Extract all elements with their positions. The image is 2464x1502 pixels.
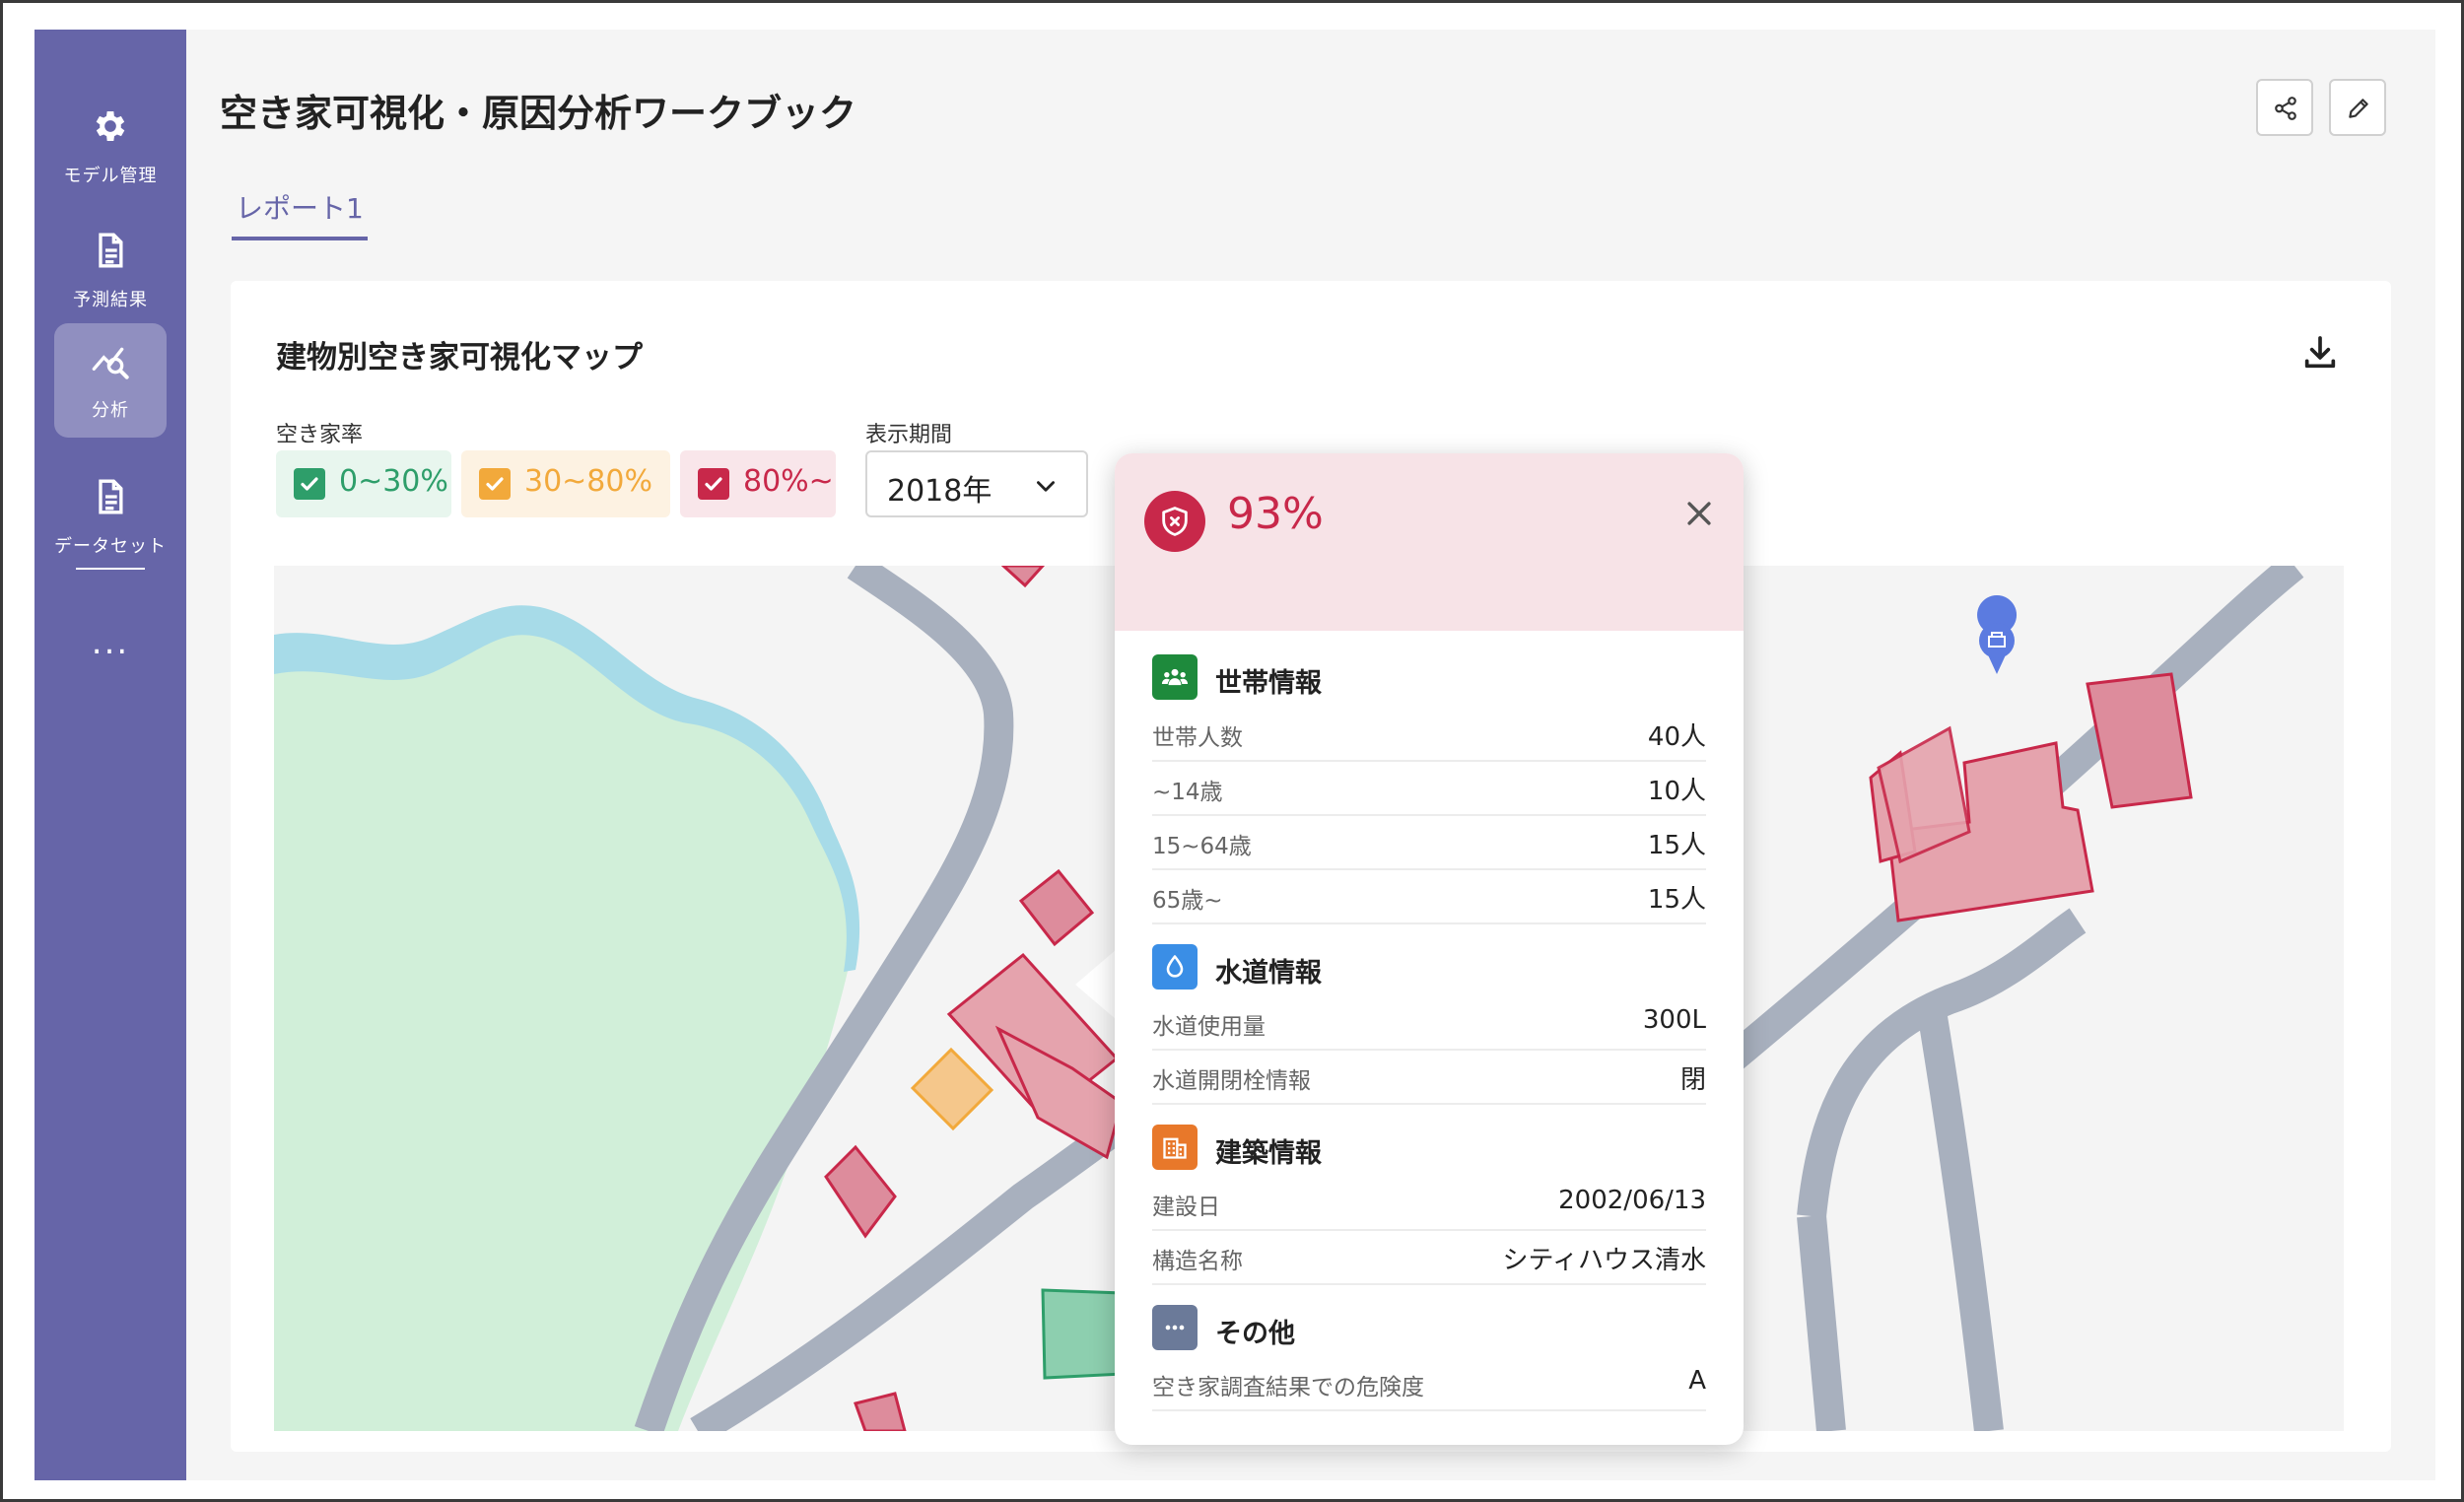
info-value: 2002/06/13 bbox=[1558, 1186, 1706, 1215]
info-value: 40人 bbox=[1647, 722, 1706, 752]
section-icon-box bbox=[1152, 1305, 1198, 1350]
more-icon[interactable]: ... bbox=[89, 626, 132, 662]
info-row: 65歳~ 15人 bbox=[1152, 869, 1706, 924]
section-title: 建築情報 bbox=[1215, 1138, 1322, 1169]
info-key: 65歳~ bbox=[1152, 888, 1223, 914]
edit-icon bbox=[2349, 99, 2368, 118]
sidebar-item-analysis[interactable]: 分析 bbox=[54, 323, 167, 438]
info-key: 空き家調査結果での危険度 bbox=[1152, 1375, 1424, 1400]
info-value: 閉 bbox=[1679, 1065, 1706, 1095]
section-title: 世帯情報 bbox=[1215, 668, 1322, 699]
info-value: 10人 bbox=[1647, 777, 1706, 806]
document-icon bbox=[99, 233, 123, 268]
info-key: 構造名称 bbox=[1152, 1249, 1243, 1274]
info-row: 世帯人数 40人 bbox=[1152, 707, 1706, 762]
period-value: 2018年 bbox=[887, 474, 992, 509]
risk-badge bbox=[1144, 491, 1205, 552]
location-pin-icon bbox=[1977, 595, 2018, 674]
page-title: 空き家可視化・原因分析ワークブック bbox=[220, 92, 857, 135]
vacancy-rate-label: 空き家率 bbox=[276, 423, 364, 447]
info-row: 15~64歳 15人 bbox=[1152, 815, 1706, 870]
building-high bbox=[854, 1392, 907, 1431]
risk-value: 93% bbox=[1227, 489, 1324, 539]
info-row: ~14歳 10人 bbox=[1152, 761, 1706, 816]
share-button[interactable] bbox=[2256, 79, 2313, 136]
sidebar-item-dataset[interactable]: データセット bbox=[54, 459, 167, 574]
checkbox-mid[interactable] bbox=[479, 468, 511, 500]
card-title: 建物別空き家可視化マップ bbox=[276, 340, 643, 376]
period-select[interactable]: 2018年 bbox=[865, 450, 1088, 517]
more-icon bbox=[1165, 1325, 1185, 1331]
checkbox-high[interactable] bbox=[698, 468, 729, 500]
building-icon bbox=[1163, 1137, 1187, 1159]
sidebar-item-predictions[interactable]: 予測結果 bbox=[54, 213, 167, 327]
tab-report-1[interactable]: レポート1 bbox=[232, 187, 368, 240]
people-icon bbox=[1161, 668, 1189, 686]
road bbox=[1915, 996, 2004, 1431]
filter-chip-high[interactable]: 80%~ bbox=[680, 450, 836, 517]
info-value: 15人 bbox=[1647, 885, 1706, 915]
info-row: 水道使用量 300L bbox=[1152, 995, 1706, 1051]
building-low bbox=[1041, 1288, 1126, 1380]
section-title: 水道情報 bbox=[1215, 958, 1322, 989]
building-high bbox=[1000, 566, 1046, 588]
analytics-icon bbox=[92, 347, 129, 379]
info-value: シティハウス清水 bbox=[1502, 1246, 1706, 1275]
info-row: 構造名称 シティハウス清水 bbox=[1152, 1230, 1706, 1285]
info-value: 300L bbox=[1642, 1005, 1706, 1035]
sidebar-item-label: モデル管理 bbox=[63, 166, 158, 186]
sidebar-item-label: 予測結果 bbox=[73, 290, 148, 310]
share-icon bbox=[2275, 97, 2296, 120]
download-icon[interactable] bbox=[2300, 333, 2340, 373]
check-icon bbox=[486, 477, 504, 491]
info-value: A bbox=[1688, 1366, 1706, 1396]
section-icon-box bbox=[1152, 654, 1198, 700]
section-icon-box bbox=[1152, 1125, 1198, 1170]
dataset-icon bbox=[99, 479, 123, 514]
info-row: 水道開閉栓情報 閉 bbox=[1152, 1050, 1706, 1105]
sidebar: モデル管理 予測結果 分析 データセット ... bbox=[34, 30, 186, 1480]
check-icon bbox=[705, 477, 722, 491]
chip-label-high: 80%~ bbox=[743, 464, 834, 499]
chip-label-mid: 30~80% bbox=[524, 464, 652, 499]
check-icon bbox=[301, 477, 318, 491]
sidebar-item-label: 分析 bbox=[92, 400, 129, 421]
gear-icon bbox=[96, 111, 125, 141]
info-key: ~14歳 bbox=[1152, 780, 1223, 805]
building-mid bbox=[910, 1047, 994, 1131]
building-high bbox=[824, 1144, 897, 1239]
chip-label-low: 0~30% bbox=[339, 464, 448, 499]
period-label: 表示期間 bbox=[865, 423, 953, 447]
edit-button[interactable] bbox=[2329, 79, 2386, 136]
building-high bbox=[1018, 868, 1095, 947]
filter-chip-low[interactable]: 0~30% bbox=[276, 450, 451, 517]
sidebar-divider bbox=[76, 568, 145, 570]
section-title: その他 bbox=[1215, 1319, 1295, 1349]
info-row: 建設日 2002/06/13 bbox=[1152, 1176, 1706, 1231]
info-key: 世帯人数 bbox=[1152, 725, 1243, 751]
popup-pointer bbox=[1075, 949, 1117, 1020]
info-key: 水道使用量 bbox=[1152, 1014, 1266, 1040]
checkbox-low[interactable] bbox=[294, 468, 325, 500]
info-row: 空き家調査結果での危険度 A bbox=[1152, 1356, 1706, 1411]
shield-alert-icon bbox=[1162, 507, 1188, 536]
road bbox=[1797, 1214, 1846, 1431]
water-drop-icon bbox=[1166, 955, 1184, 978]
info-value: 15人 bbox=[1647, 831, 1706, 860]
popup-header: 93% bbox=[1115, 453, 1744, 631]
building-high bbox=[2086, 672, 2193, 809]
filter-chip-mid[interactable]: 30~80% bbox=[461, 450, 670, 517]
sidebar-item-model-management[interactable]: モデル管理 bbox=[54, 89, 167, 203]
info-key: 建設日 bbox=[1152, 1195, 1220, 1220]
info-key: 水道開閉栓情報 bbox=[1152, 1068, 1311, 1094]
section-icon-box bbox=[1152, 944, 1198, 990]
info-key: 15~64歳 bbox=[1152, 834, 1252, 859]
close-icon[interactable] bbox=[1682, 497, 1716, 530]
chevron-down-icon bbox=[1037, 481, 1055, 492]
sidebar-item-label: データセット bbox=[54, 536, 167, 557]
app-frame: モデル管理 予測結果 分析 データセット ... 空き家可視化・原因分析ワークブ… bbox=[0, 0, 2464, 1502]
building-detail-popup: 93% 世帯情報 世帯人数 40人 ~14歳 10人 15~64歳 15人 65… bbox=[1115, 453, 1744, 1445]
